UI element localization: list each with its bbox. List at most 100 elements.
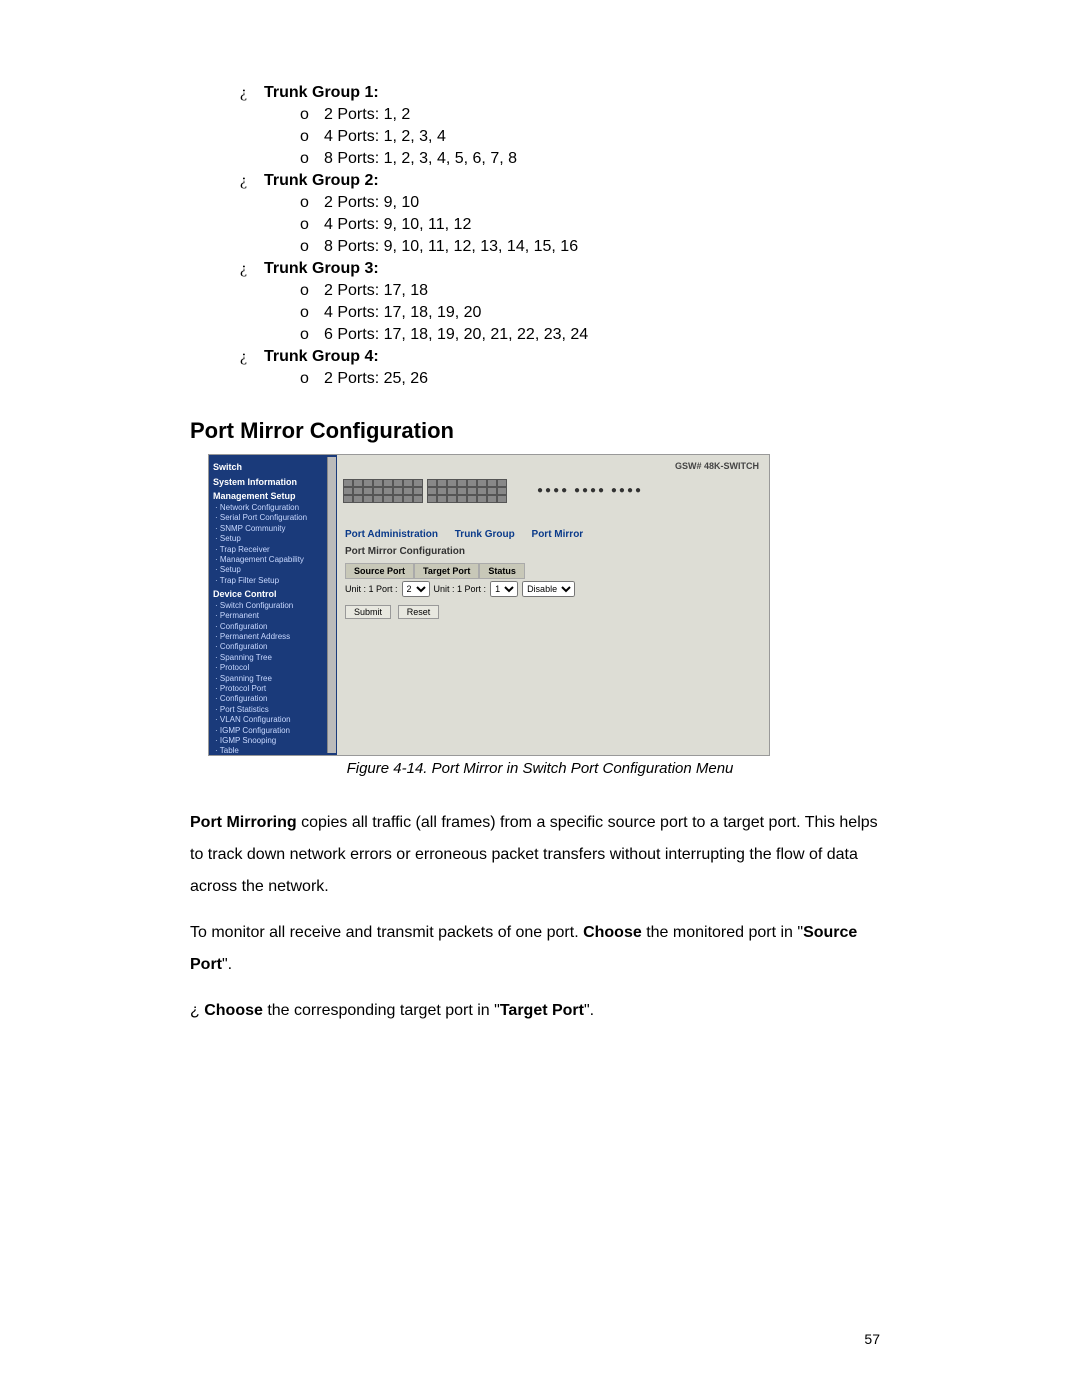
- tab-trunk-group[interactable]: Trunk Group: [455, 529, 515, 540]
- sidebar-group-header[interactable]: Management Setup: [213, 491, 333, 503]
- port-cell: [477, 487, 487, 495]
- sidebar-item[interactable]: · Permanent: [215, 611, 333, 621]
- sidebar-item[interactable]: · Protocol: [215, 663, 333, 673]
- para-monitor: To monitor all receive and transmit pack…: [190, 917, 890, 981]
- sidebar-item[interactable]: · Configuration: [215, 694, 333, 704]
- trunk-sub-text: 4 Ports: 9, 10, 11, 12: [324, 216, 471, 234]
- port-cell: [467, 495, 477, 503]
- trunk-group-heading: ¿Trunk Group 4:: [240, 348, 890, 366]
- port-cell: [487, 479, 497, 487]
- screenshot-port-mirror: Switch System Information Management Setup…: [208, 454, 770, 756]
- trunk-title: Trunk Group 1:: [264, 84, 379, 102]
- sidebar-item[interactable]: · Switch Configuration: [215, 601, 333, 611]
- sidebar-item[interactable]: · Spanning Tree: [215, 653, 333, 663]
- port-cell: [497, 495, 507, 503]
- port-cell: [363, 487, 373, 495]
- port-cell: [467, 487, 477, 495]
- term-choose: Choose: [583, 924, 642, 941]
- tab-port-administration[interactable]: Port Administration: [345, 529, 438, 540]
- sidebar-item[interactable]: · Configuration: [215, 622, 333, 632]
- port-grid-2: [427, 479, 505, 501]
- port-cell: [467, 479, 477, 487]
- port-cell: [413, 479, 423, 487]
- trunk-sub-item: o2 Ports: 1, 2: [300, 106, 890, 124]
- trunk-sub-text: 4 Ports: 17, 18, 19, 20: [324, 304, 481, 322]
- source-port-select[interactable]: 2: [402, 581, 430, 597]
- sidebar-item[interactable]: · Port Statistics: [215, 705, 333, 715]
- port-mirror-heading: Port Mirror Configuration: [190, 418, 890, 444]
- port-cell: [487, 487, 497, 495]
- screenshot-main: GSW# 48K-SWITCH ●●●● ●●●● ●●●● Port Admi…: [337, 455, 769, 755]
- port-cell: [373, 487, 383, 495]
- sidebar-item[interactable]: · Trap Receiver: [215, 545, 333, 555]
- bullet-primary: ¿: [240, 260, 264, 278]
- target-port-select[interactable]: 1: [490, 581, 518, 597]
- para-port-mirroring: Port Mirroring copies all traffic (all f…: [190, 807, 890, 903]
- sidebar-item[interactable]: · Table: [215, 746, 333, 755]
- trunk-title: Trunk Group 3:: [264, 260, 379, 278]
- sidebar-item[interactable]: · Setup: [215, 565, 333, 575]
- scrollbar[interactable]: [327, 457, 336, 753]
- col-status: Status: [479, 563, 525, 579]
- reset-button[interactable]: Reset: [398, 605, 440, 619]
- trunk-sub-text: 8 Ports: 1, 2, 3, 4, 5, 6, 7, 8: [324, 150, 517, 168]
- port-cell: [343, 479, 353, 487]
- sidebar-item[interactable]: · IGMP Snooping: [215, 736, 333, 746]
- port-cell: [477, 495, 487, 503]
- port-cell: [447, 479, 457, 487]
- trunk-sub-item: o6 Ports: 17, 18, 19, 20, 21, 22, 23, 24: [300, 326, 890, 344]
- sidebar-item[interactable]: · SNMP Community: [215, 524, 333, 534]
- tab-port-mirror[interactable]: Port Mirror: [532, 529, 584, 540]
- sidebar-item[interactable]: · Permanent Address: [215, 632, 333, 642]
- para-target: ¿ Choose the corresponding target port i…: [190, 995, 890, 1027]
- trunk-sub-text: 2 Ports: 9, 10: [324, 194, 419, 212]
- sidebar-group-header[interactable]: System Information: [213, 477, 333, 489]
- trunk-sub-item: o2 Ports: 17, 18: [300, 282, 890, 300]
- table-row: Unit : 1 Port : 2 Unit : 1 Port : 1 Disa…: [345, 581, 761, 597]
- trunk-sub-text: 6 Ports: 17, 18, 19, 20, 21, 22, 23, 24: [324, 326, 588, 344]
- status-select[interactable]: Disable: [522, 581, 575, 597]
- sidebar-item[interactable]: · Trap Filter Setup: [215, 576, 333, 586]
- bullet-primary: ¿: [240, 348, 264, 366]
- port-cell: [437, 479, 447, 487]
- port-cell: [457, 487, 467, 495]
- button-row: Submit Reset: [345, 605, 761, 619]
- para3-mid: the corresponding target port in ": [263, 1002, 500, 1019]
- trunk-title: Trunk Group 4:: [264, 348, 379, 366]
- port-cell: [457, 495, 467, 503]
- bullet-secondary: o: [300, 194, 324, 212]
- port-cell: [343, 495, 353, 503]
- port-cell: [353, 487, 363, 495]
- port-cell: [413, 487, 423, 495]
- figure-caption: Figure 4-14. Port Mirror in Switch Port …: [190, 760, 890, 777]
- port-cell: [383, 479, 393, 487]
- port-cell: [413, 495, 423, 503]
- sidebar-item[interactable]: · Setup: [215, 534, 333, 544]
- sidebar-group-header[interactable]: Switch: [213, 462, 333, 474]
- sidebar-item[interactable]: · Network Configuration: [215, 503, 333, 513]
- sidebar-item[interactable]: · Management Capability: [215, 555, 333, 565]
- term-choose-2: Choose: [204, 1002, 263, 1019]
- submit-button[interactable]: Submit: [345, 605, 391, 619]
- bullet-secondary: o: [300, 238, 324, 256]
- sidebar-item[interactable]: · Configuration: [215, 642, 333, 652]
- trunk-sub-item: o8 Ports: 9, 10, 11, 12, 13, 14, 15, 16: [300, 238, 890, 256]
- port-cell: [363, 495, 373, 503]
- sidebar-item[interactable]: · Serial Port Configuration: [215, 513, 333, 523]
- trunk-group-heading: ¿Trunk Group 2:: [240, 172, 890, 190]
- page-number: 57: [864, 1331, 880, 1347]
- port-cell: [373, 479, 383, 487]
- sidebar-item[interactable]: · VLAN Configuration: [215, 715, 333, 725]
- target-unit-label: Unit : 1 Port :: [434, 584, 487, 594]
- bullet-secondary: o: [300, 304, 324, 322]
- port-cell: [487, 495, 497, 503]
- screenshot-sidebar: Switch System Information Management Setup…: [209, 455, 337, 755]
- trunk-sub-text: 4 Ports: 1, 2, 3, 4: [324, 128, 446, 146]
- bullet-secondary: o: [300, 370, 324, 388]
- sidebar-group-header[interactable]: Device Control: [213, 589, 333, 601]
- port-group-dots: ●●●● ●●●● ●●●●: [537, 485, 643, 496]
- sidebar-item[interactable]: · IGMP Configuration: [215, 726, 333, 736]
- sidebar-item[interactable]: · Spanning Tree: [215, 674, 333, 684]
- col-target-port: Target Port: [414, 563, 479, 579]
- sidebar-item[interactable]: · Protocol Port: [215, 684, 333, 694]
